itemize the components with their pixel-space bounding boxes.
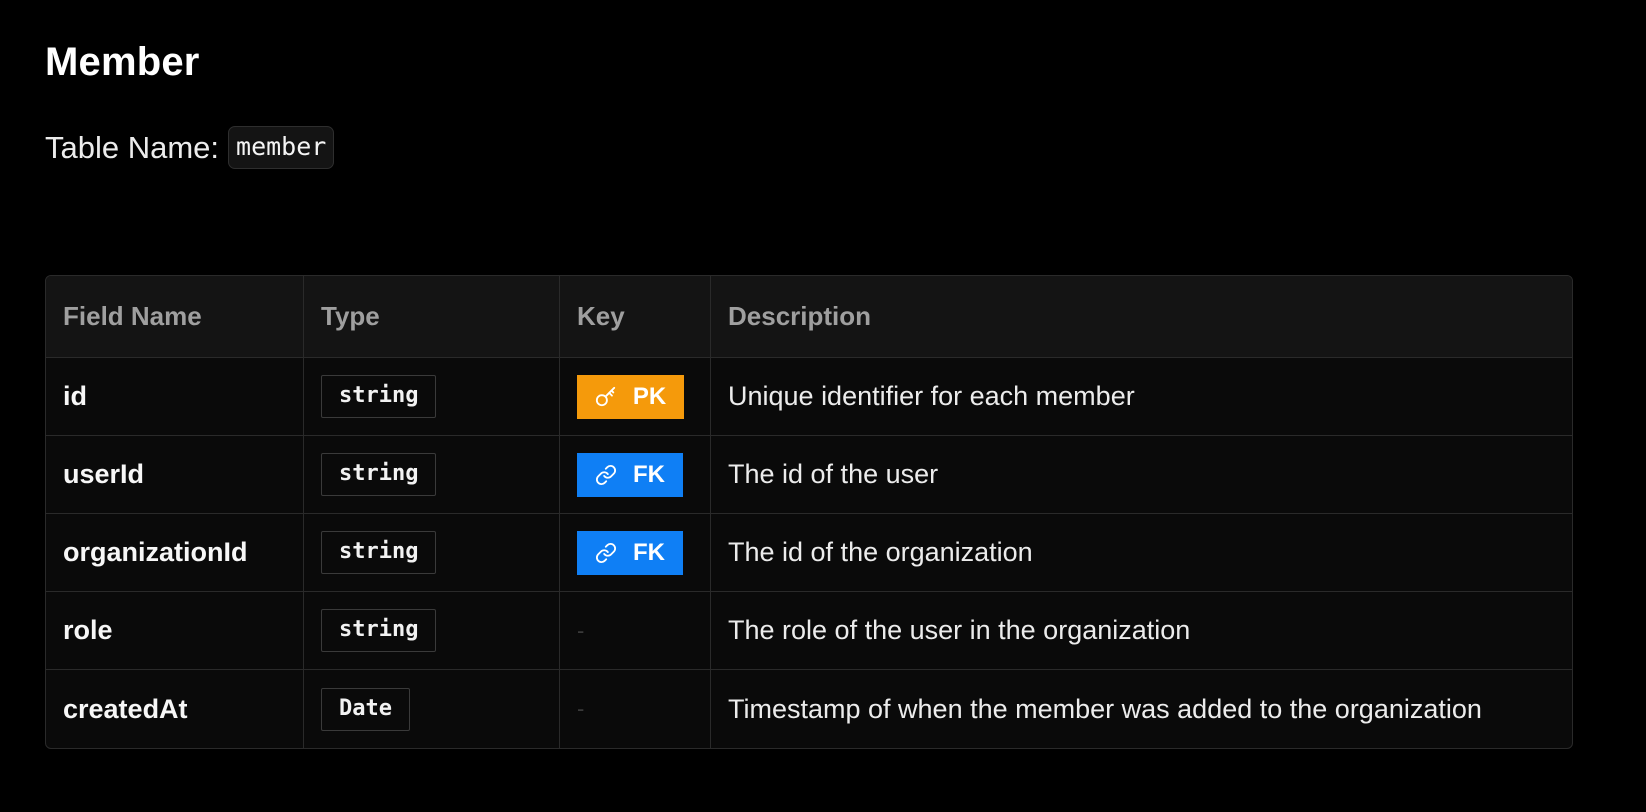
table-header-row: Field Name Type Key Description xyxy=(46,276,1572,358)
header-field-name: Field Name xyxy=(46,276,304,357)
field-name: id xyxy=(63,381,87,411)
type-code: string xyxy=(321,375,437,418)
key-empty-dash: - xyxy=(577,617,585,643)
pk-badge: PK xyxy=(577,374,684,419)
schema-table: Field Name Type Key Description id strin… xyxy=(45,275,1573,749)
field-name: organizationId xyxy=(63,537,248,567)
page: Member Table Name: member Field Name Typ… xyxy=(0,0,1646,812)
header-description: Description xyxy=(728,301,872,331)
type-code: string xyxy=(321,609,437,652)
key-empty-dash: - xyxy=(577,696,585,721)
key-badge-label: PK xyxy=(632,382,667,410)
link-icon xyxy=(595,464,617,485)
table-row: id string PK Unique identifier for each … xyxy=(46,358,1572,436)
table-row: role string - The role of the user in th… xyxy=(46,592,1572,670)
field-description: The id of the user xyxy=(728,459,939,489)
table-name-line: Table Name: member xyxy=(45,126,335,169)
field-name: userId xyxy=(63,459,145,489)
key-badge-label: FK xyxy=(633,538,665,566)
fk-badge: FK xyxy=(577,530,683,575)
type-code: Date xyxy=(321,687,410,731)
type-code: string xyxy=(321,531,437,574)
table-name-code: member xyxy=(228,126,335,169)
link-icon xyxy=(595,542,617,563)
type-code: string xyxy=(321,453,437,496)
header-type: Type xyxy=(304,276,560,357)
table-row: organizationId string FK The id of the o… xyxy=(46,514,1572,592)
field-description: The id of the organization xyxy=(728,537,1033,567)
field-description: The role of the user in the organization xyxy=(728,615,1191,645)
table-name-label: Table Name: xyxy=(45,129,220,165)
table-row: userId string FK The id of the user xyxy=(46,436,1572,514)
fk-badge: FK xyxy=(577,452,683,497)
key-badge-label: FK xyxy=(633,460,665,488)
key-icon xyxy=(595,386,615,406)
header-key: Key xyxy=(560,276,711,357)
page-title: Member xyxy=(45,40,200,84)
field-description: Timestamp of when the member was added t… xyxy=(728,693,1482,724)
table-row: createdAt Date - Timestamp of when the m… xyxy=(46,670,1572,748)
field-name: createdAt xyxy=(63,693,188,724)
field-name: role xyxy=(63,615,113,645)
field-description: Unique identifier for each member xyxy=(728,381,1135,411)
